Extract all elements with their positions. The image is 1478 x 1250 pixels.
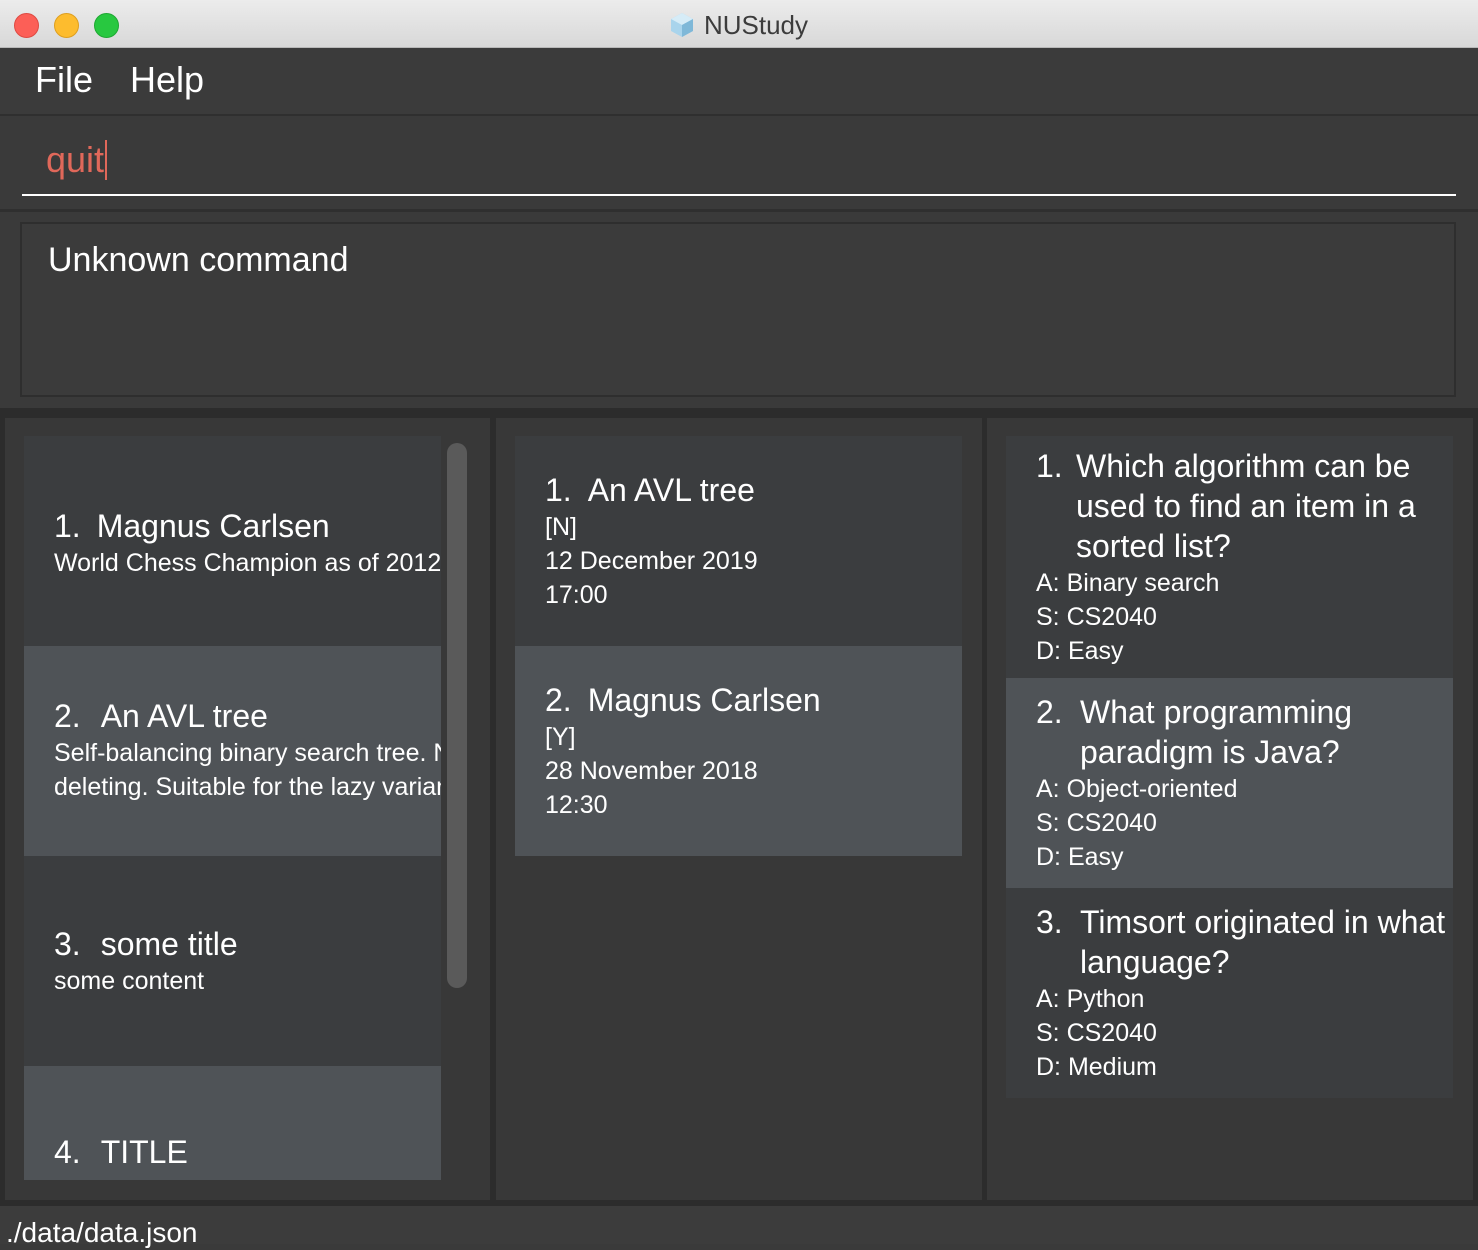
question-line: used to find an item in a xyxy=(1076,488,1416,524)
window-title: NUStudy xyxy=(703,10,809,40)
question-line: sorted list? xyxy=(1076,528,1231,564)
question-card[interactable]: 2. What programming paradigm is Java? A:… xyxy=(1006,678,1453,888)
question-difficulty: D: Medium xyxy=(1036,1053,1157,1081)
command-text: quit xyxy=(46,139,105,180)
question-line: Timsort originated in what xyxy=(1080,904,1446,940)
note-card[interactable]: 4. TITLE xyxy=(24,1066,441,1180)
app-icon xyxy=(670,13,693,37)
reminder-date: 12 December 2019 xyxy=(545,547,758,575)
question-title-row: 2. What programming paradigm is Java? xyxy=(1036,692,1453,772)
question-line: language? xyxy=(1080,944,1230,980)
note-list-scrollbar[interactable] xyxy=(447,443,467,988)
question-subject: S: CS2040 xyxy=(1036,603,1157,631)
note-content: some content xyxy=(54,967,205,995)
question-line: paradigm is Java? xyxy=(1080,734,1340,770)
note-title-row: 2. An AVL tree xyxy=(54,696,441,736)
reminder-title-row: 1. An AVL tree xyxy=(545,470,962,510)
question-text: Which algorithm can be used to find an i… xyxy=(1076,446,1416,566)
question-line: Which algorithm can be xyxy=(1076,448,1411,484)
reminder-date: 28 November 2018 xyxy=(545,757,758,785)
question-answer: A: Object-oriented xyxy=(1036,775,1238,803)
question-difficulty: D: Easy xyxy=(1036,637,1124,665)
question-index: 3. xyxy=(1036,904,1063,940)
reminder-title: An AVL tree xyxy=(587,472,755,508)
note-index: 4. xyxy=(54,1134,81,1170)
question-text: What programming paradigm is Java? xyxy=(1080,692,1352,772)
note-card[interactable]: 1. Magnus Carlsen World Chess Champion as… xyxy=(24,436,441,646)
note-index: 2. xyxy=(54,698,81,734)
reminder-flag: [N] xyxy=(545,513,577,541)
result-display: Unknown command xyxy=(20,222,1456,397)
question-answer: A: Binary search xyxy=(1036,569,1220,597)
question-answer: A: Python xyxy=(1036,985,1145,1013)
note-title: some title xyxy=(100,926,238,962)
question-text: Timsort originated in what language? xyxy=(1080,902,1445,982)
note-card[interactable]: 2. An AVL tree Self-balancing binary sear… xyxy=(24,646,441,856)
question-card[interactable]: 1. Which algorithm can be used to find a… xyxy=(1006,436,1453,678)
note-index: 3. xyxy=(54,926,81,962)
note-card[interactable]: 3. some title some content xyxy=(24,856,441,1066)
question-line: What programming xyxy=(1080,694,1353,730)
reminder-index: 1. xyxy=(545,472,572,508)
window-titlebar: NUStudy xyxy=(0,0,1478,48)
status-bar: ./data/data.json xyxy=(0,1206,1478,1248)
question-subject: S: CS2040 xyxy=(1036,809,1157,837)
menu-file[interactable]: File xyxy=(35,60,93,100)
menu-help[interactable]: Help xyxy=(130,60,204,100)
note-title: TITLE xyxy=(100,1134,188,1170)
question-subject: S: CS2040 xyxy=(1036,1019,1157,1047)
note-title-row: 1. Magnus Carlsen xyxy=(54,506,441,546)
note-title: An AVL tree xyxy=(100,698,268,734)
note-title-row: 3. some title xyxy=(54,924,441,964)
note-list-panel[interactable]: 1. Magnus Carlsen World Chess Champion as… xyxy=(5,418,490,1200)
question-list-panel[interactable]: 1. Which algorithm can be used to find a… xyxy=(987,418,1473,1200)
question-index: 1. xyxy=(1036,448,1063,484)
question-title-row: 1. Which algorithm can be used to find a… xyxy=(1036,446,1453,566)
reminder-list-panel[interactable]: 1. An AVL tree [N] 12 December 2019 17:00… xyxy=(496,418,982,1200)
reminder-flag: [Y] xyxy=(545,723,576,751)
command-box: quit xyxy=(0,116,1478,212)
reminder-index: 2. xyxy=(545,682,572,718)
question-difficulty: D: Easy xyxy=(1036,843,1124,871)
command-input[interactable]: quit xyxy=(22,134,1456,196)
question-index: 2. xyxy=(1036,694,1063,730)
result-message: Unknown command xyxy=(48,241,349,279)
note-content: World Chess Champion as of 2012 xyxy=(54,549,442,577)
reminder-title-row: 2. Magnus Carlsen xyxy=(545,680,962,720)
note-content: Self-balancing binary search tree. N xyxy=(54,739,441,767)
menu-bar: File Help xyxy=(0,48,1478,116)
note-title: Magnus Carlsen xyxy=(96,508,330,544)
reminder-card[interactable]: 1. An AVL tree [N] 12 December 2019 17:00 xyxy=(515,436,962,646)
text-caret xyxy=(105,140,108,180)
reminder-time: 17:00 xyxy=(545,581,608,609)
reminder-title: Magnus Carlsen xyxy=(587,682,821,718)
note-title-row: 4. TITLE xyxy=(54,1132,441,1172)
reminder-time: 12:30 xyxy=(545,791,608,819)
note-index: 1. xyxy=(54,508,81,544)
note-content: deleting. Suitable for the lazy variant xyxy=(54,773,441,801)
question-title-row: 3. Timsort originated in what language? xyxy=(1036,902,1453,982)
data-file-path: ./data/data.json xyxy=(6,1217,198,1248)
reminder-card[interactable]: 2. Magnus Carlsen [Y] 28 November 2018 12… xyxy=(515,646,962,856)
question-card[interactable]: 3. Timsort originated in what language? … xyxy=(1006,888,1453,1098)
window-title-area: NUStudy xyxy=(0,10,1478,40)
